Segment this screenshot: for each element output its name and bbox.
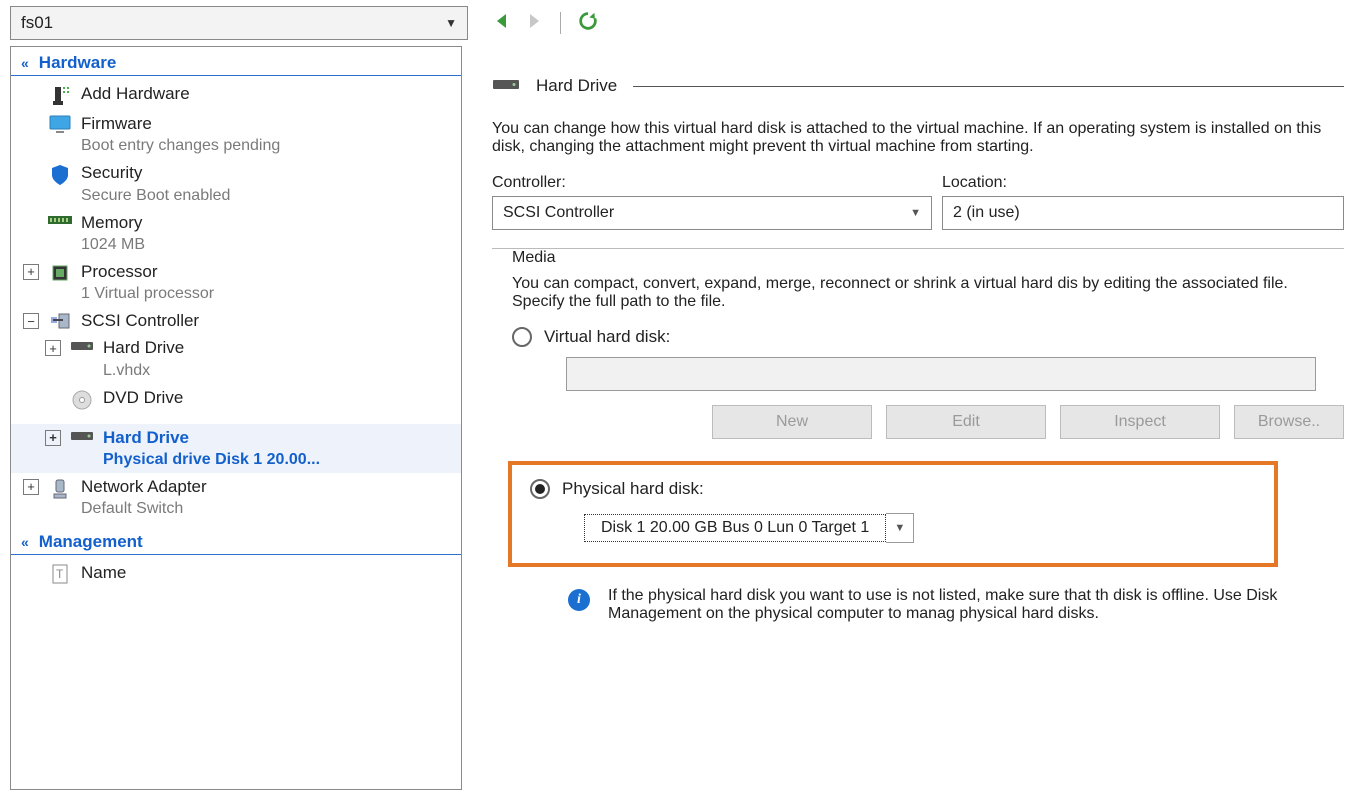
refresh-icon[interactable] [577,10,599,36]
info-icon: i [568,589,590,611]
sidebar-item-add-hardware[interactable]: Add Hardware [11,80,461,110]
sidebar-item-name[interactable]: T Name [11,559,461,587]
collapse-icon: « [21,534,29,550]
inspect-button: Inspect [1060,405,1220,439]
virtual-hard-disk-radio[interactable] [512,327,532,347]
location-dropdown[interactable]: 2 (in use) [942,196,1344,230]
memory-icon [47,214,73,228]
new-button: New [712,405,872,439]
nav-back-icon[interactable] [492,11,512,35]
hard-drive-icon [69,429,95,443]
physical-disk-select[interactable]: Disk 1 20.00 GB Bus 0 Lun 0 Target 1 [584,514,886,542]
info-text: If the physical hard disk you want to us… [608,587,1312,623]
edit-button: Edit [886,405,1046,439]
shield-icon [47,164,73,186]
sidebar-item-network-adapter[interactable]: + Network Adapter Default Switch [11,473,461,522]
location-label: Location: [942,174,1344,192]
nav-forward-icon [524,11,544,35]
toolbar-separator [560,12,561,34]
media-legend: Media [504,249,564,267]
collapse-icon: « [21,55,29,71]
physical-disk-highlight: Physical hard disk: Disk 1 20.00 GB Bus … [508,461,1278,567]
sidebar-item-scsi-controller[interactable]: − SCSI Controller [11,307,461,334]
svg-text:T: T [56,567,64,581]
sidebar-item-firmware[interactable]: Firmware Boot entry changes pending [11,110,461,159]
sidebar-item-memory[interactable]: Memory 1024 MB [11,209,461,258]
hard-drive-icon [492,76,520,96]
detail-title: Hard Drive [536,76,617,96]
hard-drive-icon [69,339,95,353]
sidebar-item-processor[interactable]: + Processor 1 Virtual processor [11,258,461,307]
expand-icon[interactable]: + [45,430,61,446]
network-icon [47,478,73,500]
controller-label: Controller: [492,174,942,192]
management-section-label: Management [39,532,143,552]
chevron-down-icon: ▼ [910,207,921,219]
expand-icon[interactable]: + [23,264,39,280]
collapse-icon[interactable]: − [23,313,39,329]
monitor-icon [47,115,73,135]
dvd-icon [69,389,95,411]
expand-icon[interactable]: + [45,340,61,356]
hardware-section-header[interactable]: « Hardware [11,47,461,76]
settings-tree: « Hardware Add Hardware Firmware Boot en… [10,46,462,790]
name-icon: T [47,564,73,584]
chevron-down-icon[interactable]: ▼ [886,513,914,543]
physical-hard-disk-radio[interactable] [530,479,550,499]
hardware-section-label: Hardware [39,53,116,73]
processor-icon [47,263,73,283]
controller-dropdown[interactable]: SCSI Controller ▼ [492,196,932,230]
detail-intro: You can change how this virtual hard dis… [492,120,1322,156]
management-section-header[interactable]: « Management [11,526,461,555]
vhd-path-input [566,357,1316,391]
media-description: You can compact, convert, expand, merge,… [512,275,1322,311]
detail-pane: Hard Drive You can change how this virtu… [462,46,1344,790]
virtual-hard-disk-label: Virtual hard disk: [544,327,670,347]
chevron-down-icon: ▼ [445,16,457,30]
divider-rule [633,86,1344,87]
sidebar-item-hard-drive-1[interactable]: + Hard Drive L.vhdx [11,334,461,383]
sidebar-item-dvd-drive[interactable]: DVD Drive [11,384,461,414]
expand-icon[interactable]: + [23,479,39,495]
scsi-icon [47,312,73,330]
browse-button: Browse.. [1234,405,1344,439]
vm-select-value: fs01 [21,13,53,33]
vm-select[interactable]: fs01 ▼ [10,6,468,40]
add-hardware-icon [47,85,73,107]
physical-hard-disk-label: Physical hard disk: [562,479,704,499]
sidebar-item-hard-drive-2[interactable]: + Hard Drive Physical drive Disk 1 20.00… [11,424,461,473]
sidebar-item-security[interactable]: Security Secure Boot enabled [11,159,461,208]
